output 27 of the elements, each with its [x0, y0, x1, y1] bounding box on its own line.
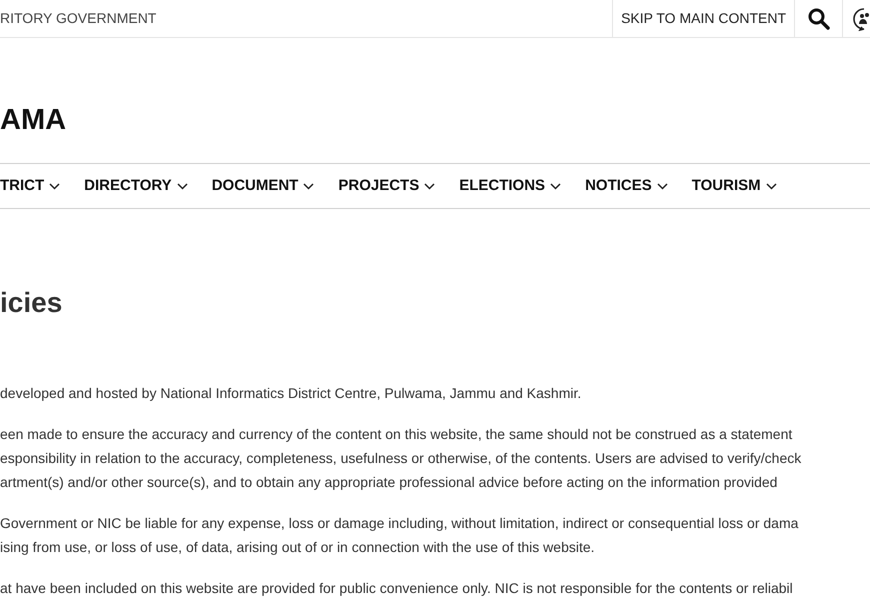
- paragraph-line: Government or NIC be liable for any expense, loss or damage including, without limitation, indirect or consequential loss or dama: [0, 514, 798, 533]
- nav-menu-item[interactable]: NOTICES: [585, 174, 668, 198]
- chevron-down-icon: [656, 182, 668, 190]
- nav-menu-item[interactable]: TOURISM: [692, 174, 777, 198]
- nav-menu-item[interactable]: PROJECTS: [338, 174, 436, 198]
- nav-menu-item[interactable]: ELECTIONS: [459, 174, 562, 198]
- skip-to-main-content-link[interactable]: SKIP TO MAIN CONTENT: [612, 0, 794, 37]
- chevron-down-icon: [303, 182, 314, 190]
- chevron-down-icon: [424, 182, 436, 190]
- government-label: RITORY GOVERNMENT: [0, 9, 156, 28]
- paragraph-line: esponsibility in relation to the accuracy, completeness, usefulness or otherwise, of the contents. Users are advised to verify/check: [0, 449, 802, 468]
- chevron-down-icon: [550, 182, 562, 190]
- page-title: icies: [0, 289, 64, 317]
- paragraph-line: at have been included on this website are provided for public convenience only. NIC is not responsible for the contents or reliabil: [0, 579, 793, 598]
- chevron-down-icon: [49, 182, 60, 190]
- paragraph-line: artment(s) and/or other source(s), and to obtain any appropriate professional advice before acting on the information provided: [0, 473, 778, 492]
- chevron-down-icon: [176, 182, 188, 190]
- paragraph-line: developed and hosted by National Informatics District Centre, Pulwama, Jammu and Kashmir.: [0, 384, 582, 403]
- nav-menu-item[interactable]: DOCUMENT: [212, 174, 314, 198]
- nav-menu-item[interactable]: DIRECTORY: [84, 174, 188, 198]
- site-title: AMA: [0, 106, 66, 135]
- paragraph-line: ising from use, or loss of use, of data, arising out of or in connection with the use of this website.: [0, 538, 595, 557]
- nav-menu-item[interactable]: TRICT: [0, 174, 60, 198]
- search-icon: [806, 6, 830, 30]
- accessibility-button[interactable]: [842, 0, 870, 37]
- chevron-down-icon: [766, 182, 777, 190]
- paragraph-line: een made to ensure the accuracy and currency of the content on this website, the same should not be construed as a statement: [0, 425, 792, 444]
